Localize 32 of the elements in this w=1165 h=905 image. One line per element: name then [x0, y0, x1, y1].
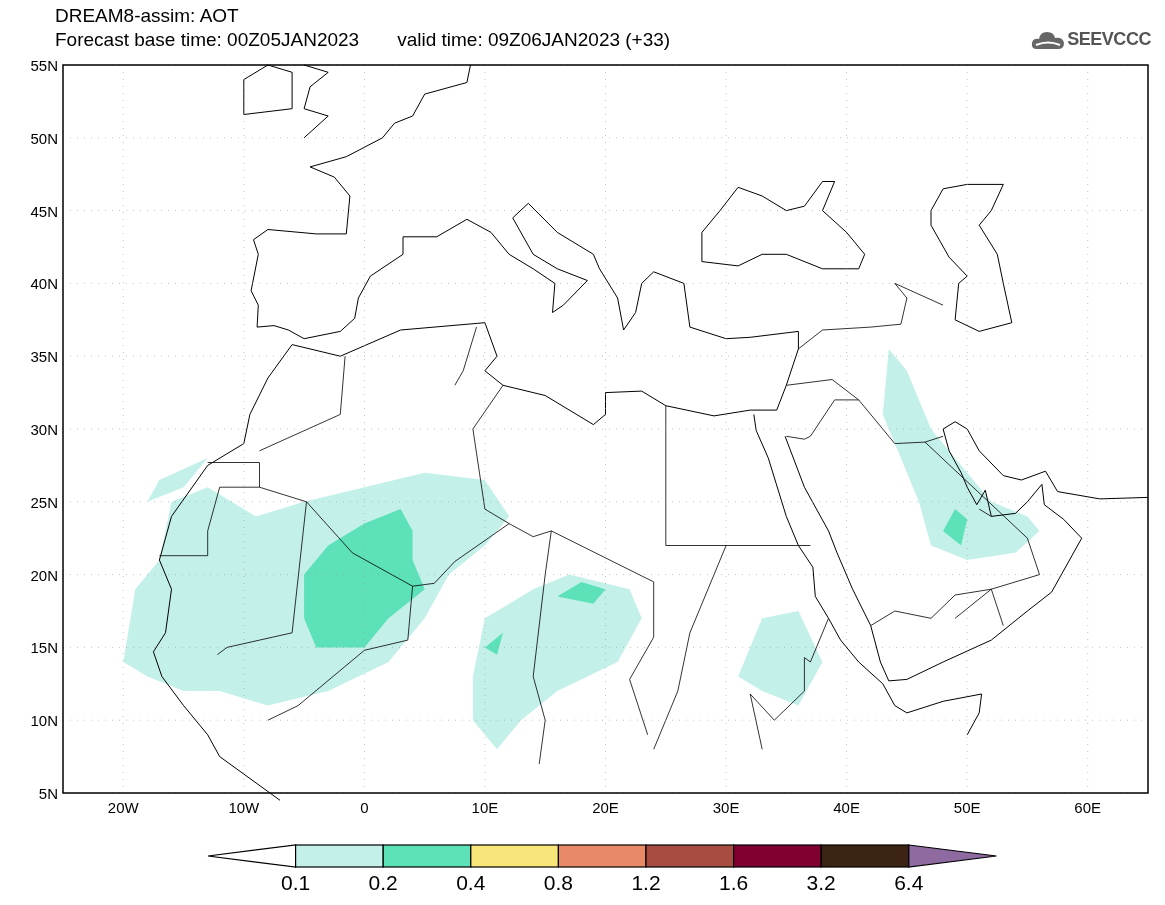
latitude-label: 5N: [38, 785, 58, 802]
colorbar-label: 0.2: [368, 871, 398, 894]
longitude-label: 40E: [833, 799, 860, 816]
longitude-label: 10W: [228, 799, 260, 816]
latitude-label: 30N: [30, 421, 58, 438]
plot-title: DREAM8-assim: AOT: [55, 4, 240, 28]
longitude-label: 20E: [592, 799, 619, 816]
latitude-label: 25N: [30, 493, 58, 511]
latitude-label: 45N: [30, 202, 58, 220]
latitude-label: 50N: [30, 129, 58, 147]
latitude-label: 20N: [30, 566, 58, 584]
base-time-text: Forecast base time: 00Z05JAN2023: [55, 28, 360, 52]
valid-time-text: valid time: 09Z06JAN2023 (+33): [397, 28, 671, 52]
latitude-label: 40N: [30, 275, 58, 293]
colorbar-label: 0.8: [543, 871, 573, 894]
longitude-label: 60E: [1074, 799, 1102, 816]
longitude-label: 50E: [953, 799, 981, 816]
colorbar-label: 6.4: [894, 871, 924, 894]
longitude-label: 20W: [107, 799, 139, 816]
colorbar-label: 1.2: [631, 871, 661, 894]
longitude-label: 0: [360, 799, 369, 816]
colorbar-label: 0.1: [281, 871, 311, 894]
longitude-label: 30E: [712, 799, 740, 816]
logo-text: SEEVCCC: [1067, 28, 1151, 51]
colorbar-label: 1.6: [719, 871, 749, 894]
latitude-label: 55N: [30, 60, 58, 74]
colorbar-label: 0.4: [456, 871, 486, 894]
latitude-label: 35N: [30, 348, 58, 366]
longitude-label: 10E: [471, 799, 499, 816]
latitude-label: 10N: [30, 712, 58, 730]
colorbar-label: 3.2: [806, 871, 836, 894]
latitude-label: 15N: [30, 639, 58, 657]
